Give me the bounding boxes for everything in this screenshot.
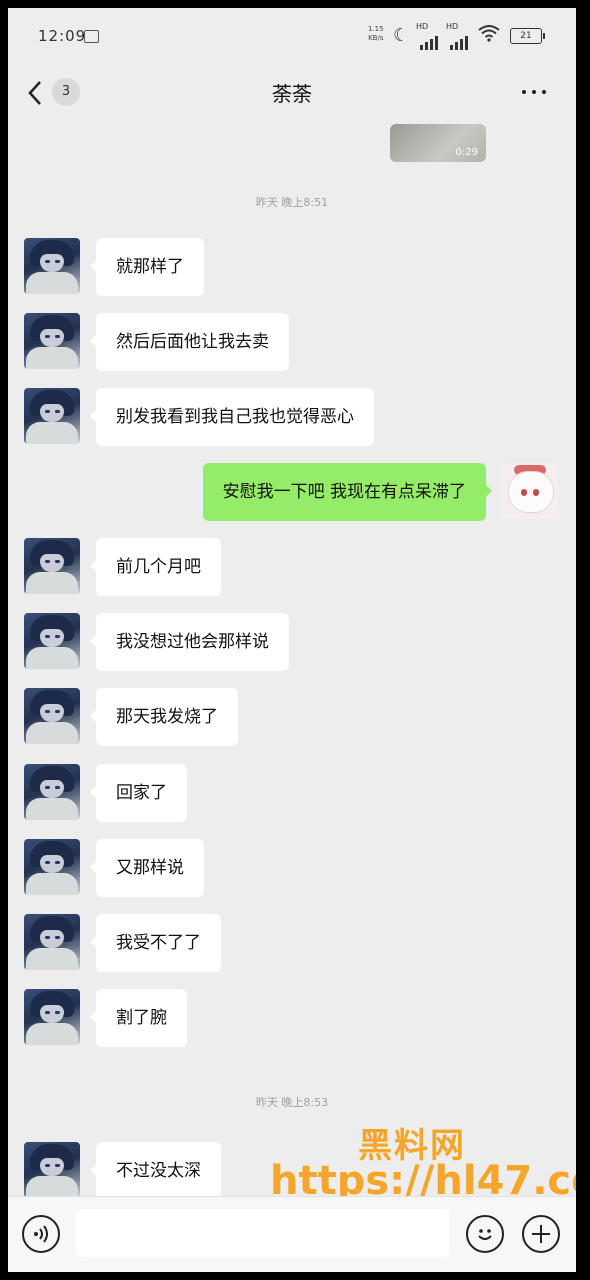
sim1-hd-label: HD (416, 22, 429, 31)
my-message-bubble[interactable]: 安慰我一下吧 我现在有点呆滞了 (202, 463, 493, 521)
message-bubble[interactable]: 割了腕 (90, 989, 187, 1047)
contact-avatar[interactable] (24, 313, 80, 369)
contact-avatar[interactable] (24, 1142, 80, 1198)
contact-avatar[interactable] (24, 914, 80, 970)
video-duration: 0:29 (455, 147, 478, 158)
phone-screen: 12:09 1.15 KB/s ☾ HD HD 21 3 荼荼 0:29 昨天 … (8, 8, 576, 1272)
contact-avatar[interactable] (24, 538, 80, 594)
message-bubble[interactable]: 回家了 (90, 764, 187, 822)
contact-avatar[interactable] (24, 839, 80, 895)
signal-icon-2 (450, 36, 468, 50)
message-bubble[interactable]: 别发我看到我自己我也觉得恶心 (90, 388, 374, 446)
message-bubble[interactable]: 不过没太深 (90, 1142, 221, 1200)
emoji-icon[interactable] (466, 1215, 504, 1253)
more-options-button[interactable] (520, 82, 550, 102)
contact-avatar[interactable] (24, 989, 80, 1045)
contact-avatar[interactable] (24, 764, 80, 820)
message-bubble[interactable]: 我受不了了 (90, 914, 221, 972)
signal-icon (420, 36, 438, 50)
my-avatar[interactable] (502, 463, 558, 519)
message-bubble[interactable]: 前几个月吧 (90, 538, 221, 596)
status-bar: 12:09 1.15 KB/s ☾ HD HD 21 (8, 8, 576, 64)
timestamp: 昨天 晚上8:53 (255, 1096, 329, 1109)
contact-avatar[interactable] (24, 688, 80, 744)
message-bubble[interactable]: 那天我发烧了 (90, 688, 238, 746)
voice-icon[interactable] (22, 1215, 60, 1253)
message-bubble[interactable]: 我没想过他会那样说 (90, 613, 289, 671)
video-message[interactable]: 0:29 (390, 124, 486, 162)
contact-avatar[interactable] (24, 613, 80, 669)
message-input[interactable] (76, 1209, 450, 1257)
notification-icon (84, 30, 99, 43)
plus-icon[interactable] (522, 1215, 560, 1253)
network-speed-value: 1.15 (368, 25, 384, 33)
input-bar (8, 1196, 576, 1272)
wifi-icon (478, 24, 500, 47)
chat-header: 3 荼荼 (8, 64, 576, 120)
network-speed-unit: KB/s (368, 34, 384, 42)
chat-title: 荼荼 (272, 82, 312, 106)
contact-avatar[interactable] (24, 238, 80, 294)
battery-icon: 21 (510, 28, 545, 44)
status-time: 12:09 (38, 27, 87, 45)
contact-avatar[interactable] (24, 388, 80, 444)
do-not-disturb-icon: ☾ (393, 25, 410, 46)
network-speed: 1.15 KB/s (368, 25, 384, 43)
sim2-hd-label: HD (446, 22, 459, 31)
message-bubble[interactable]: 就那样了 (90, 238, 204, 296)
message-bubble[interactable]: 又那样说 (90, 839, 204, 897)
timestamp: 昨天 晚上8:51 (255, 196, 329, 209)
message-bubble[interactable]: 然后后面他让我去卖 (90, 313, 289, 371)
